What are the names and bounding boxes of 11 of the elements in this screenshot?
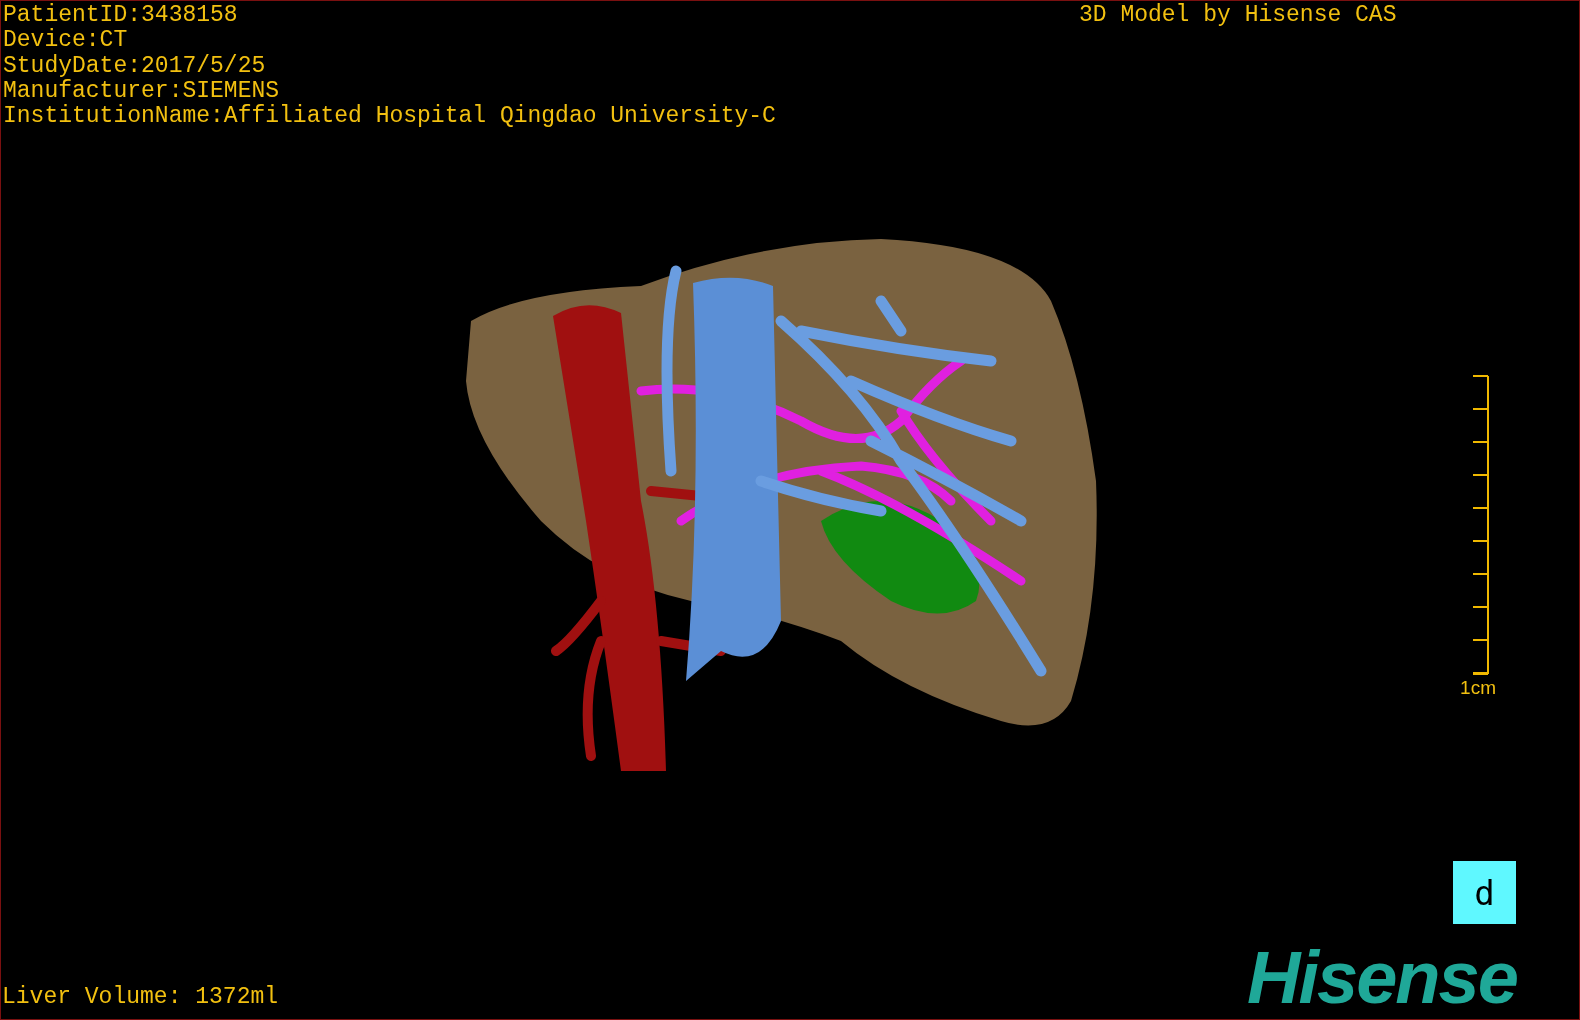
- logo-text: Hisense: [1247, 941, 1517, 1015]
- scale-label: 1cm: [1460, 677, 1496, 699]
- info-text: InstitutionName:Affiliated Hospital Qingdao University-C: [3, 104, 776, 130]
- scale-bar-icon: [1472, 375, 1492, 675]
- liver-volume-text: Liver Volume: 1372ml: [2, 985, 279, 1010]
- model-credit-text: 3D Model by Hisense CAS: [1079, 3, 1397, 28]
- info-text: Device:CT: [3, 28, 129, 54]
- info-text: Manufacturer:SIEMENS: [3, 78, 281, 104]
- info-text: StudyDate:2017/5/25: [3, 53, 267, 79]
- view-button[interactable]: d: [1453, 861, 1516, 924]
- info-text: PatientID:3438158: [3, 3, 239, 28]
